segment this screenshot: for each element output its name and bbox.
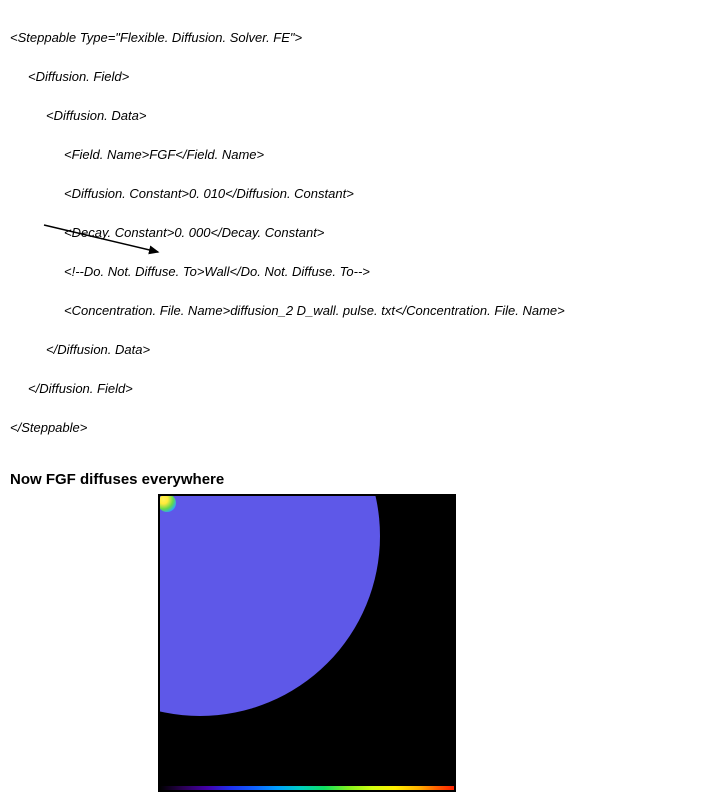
xml-line: <Decay. Constant>0. 000</Decay. Constant… xyxy=(10,223,710,243)
slide-caption: Now FGF diffuses everywhere xyxy=(10,471,710,488)
xml-line: <Field. Name>FGF</Field. Name> xyxy=(10,145,710,165)
diffusion-region xyxy=(158,494,380,716)
xml-config-block: <Steppable Type="Flexible. Diffusion. So… xyxy=(10,8,710,457)
xml-line: </Diffusion. Field> xyxy=(10,379,710,399)
simulation-figure xyxy=(158,494,460,792)
colorbar xyxy=(160,786,454,790)
xml-line: <Concentration. File. Name>diffusion_2 D… xyxy=(10,301,710,321)
simulation-viewport xyxy=(158,494,456,792)
xml-line: </Diffusion. Data> xyxy=(10,340,710,360)
xml-line: <Steppable Type="Flexible. Diffusion. So… xyxy=(10,28,710,48)
xml-line: <!--Do. Not. Diffuse. To>Wall</Do. Not. … xyxy=(10,262,710,282)
xml-line: </Steppable> xyxy=(10,418,710,438)
xml-line: <Diffusion. Constant>0. 010</Diffusion. … xyxy=(10,184,710,204)
xml-line: <Diffusion. Field> xyxy=(10,67,710,87)
xml-line: <Diffusion. Data> xyxy=(10,106,710,126)
fgf-source xyxy=(158,494,176,512)
